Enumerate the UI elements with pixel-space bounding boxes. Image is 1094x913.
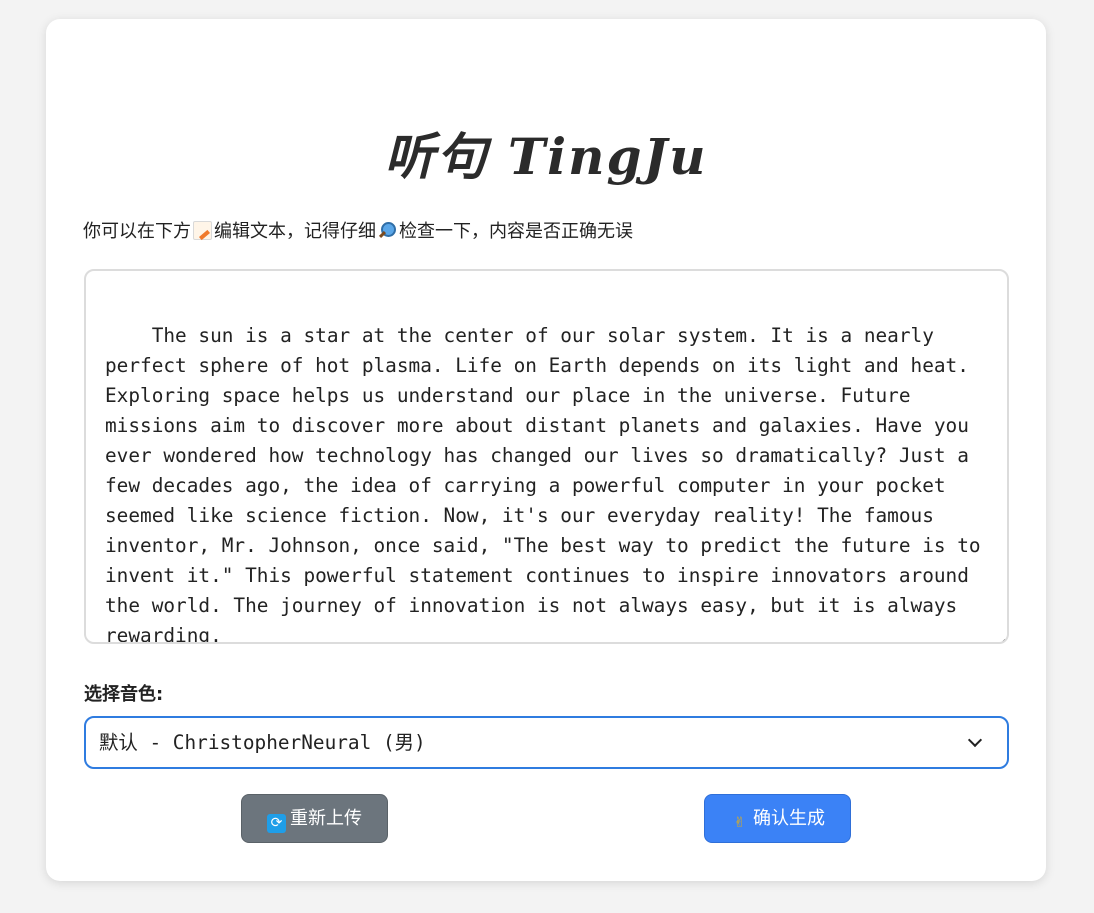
voice-select-value: 默认 - ChristopherNeural (男): [99, 731, 426, 754]
reupload-button[interactable]: ⟳ 重新上传: [241, 794, 388, 843]
main-card: 听句 TingJu 你可以在下方 编辑文本，记得仔细 检查一下，内容是否正确无误 T…: [46, 19, 1046, 881]
magnifier-icon: [378, 221, 397, 240]
instruction-part-3: 检查一下，内容是否正确无误: [399, 221, 633, 242]
instruction-text: 你可以在下方 编辑文本，记得仔细 检查一下，内容是否正确无误: [83, 217, 633, 243]
refresh-icon: ⟳: [267, 814, 286, 833]
reupload-button-label: 重新上传: [290, 808, 362, 829]
memo-icon: [193, 221, 212, 240]
chevron-down-icon: [967, 732, 983, 748]
ok-hand-icon: ✌: [733, 815, 746, 831]
text-editor[interactable]: The sun is a star at the center of our s…: [84, 269, 1009, 644]
voice-select[interactable]: 默认 - ChristopherNeural (男): [84, 716, 1009, 769]
resize-handle-icon[interactable]: [995, 630, 1005, 640]
instruction-part-1: 你可以在下方: [83, 221, 191, 242]
voice-select-label: 选择音色:: [84, 684, 164, 705]
confirm-button-label: 确认生成: [753, 808, 825, 829]
app-title: 听句 TingJu: [384, 127, 708, 186]
instruction-part-2: 编辑文本，记得仔细: [214, 221, 376, 242]
text-editor-content: The sun is a star at the center of our s…: [105, 324, 993, 644]
confirm-generate-button[interactable]: ✌ 确认生成: [704, 794, 851, 843]
